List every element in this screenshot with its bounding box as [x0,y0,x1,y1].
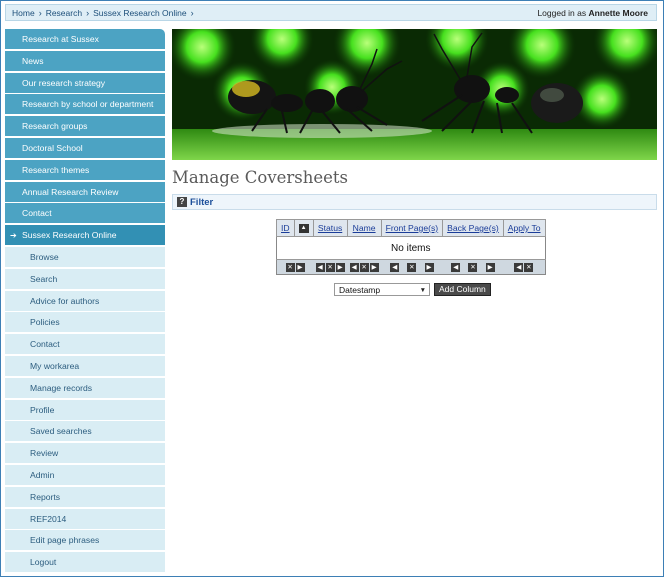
dropdown-caret-icon: ▼ [419,287,426,294]
column-controls-back: ◀ ✕ ▶ [442,259,504,275]
move-right-icon[interactable]: ▶ [424,263,434,273]
sidebar-item-doctoral-school[interactable]: Doctoral School [5,137,165,158]
move-left-icon[interactable]: ◀ [315,263,325,273]
arrow-right-icon: ➔ [10,231,17,241]
breadcrumb-home[interactable]: Home [12,8,35,18]
column-controls-apply: ◀ ✕ [503,259,546,275]
login-user[interactable]: Annette Moore [589,8,649,18]
sidebar-item-research-by-school[interactable]: Research by school or department [5,94,165,115]
subnav-item-ref2014[interactable]: REF2014 [5,508,165,529]
column-header-front-pages[interactable]: Front Page(s) [380,219,444,237]
subnav-item-logout[interactable]: Logout [5,552,165,573]
chevron-right-icon: › [86,8,90,18]
login-prefix: Logged in as [537,8,587,18]
move-right-icon[interactable]: ▶ [295,263,305,273]
column-header-apply-to[interactable]: Apply To [502,219,546,237]
help-icon[interactable]: ? [177,197,187,207]
subnav-item-manage-records[interactable]: Manage records [5,377,165,398]
column-header-status[interactable]: Status [312,219,348,237]
chevron-right-icon: › [38,8,42,18]
add-column-button[interactable]: Add Column [434,283,491,296]
remove-column-icon[interactable]: ✕ [524,263,534,273]
login-status: Logged in as Annette Moore [537,8,648,18]
column-header-sort[interactable]: ▲ [293,219,314,237]
subnav-item-policies[interactable]: Policies [5,312,165,333]
subnav-item-review[interactable]: Review [5,443,165,464]
column-controls-status: ◀ ✕ ▶ [313,259,348,275]
sidebar-item-contact[interactable]: Contact [5,203,165,224]
sidebar-item-annual-review[interactable]: Annual Research Review [5,181,165,202]
column-header-id[interactable]: ID [276,219,295,237]
remove-column-icon[interactable]: ✕ [285,263,295,273]
column-header-back-pages[interactable]: Back Page(s) [442,219,504,237]
move-left-icon[interactable]: ◀ [451,263,461,273]
sidebar-item-research-groups[interactable]: Research groups [5,116,165,137]
sidebar-item-research-strategy[interactable]: Our research strategy [5,72,165,93]
hero-image [172,29,657,160]
column-header-back-label[interactable]: Back Page(s) [447,223,499,233]
move-right-icon[interactable]: ▶ [369,263,379,273]
subnav-item-reports[interactable]: Reports [5,486,165,507]
move-right-icon[interactable]: ▶ [485,263,495,273]
column-header-apply-label[interactable]: Apply To [508,223,541,233]
column-header-status-label[interactable]: Status [318,223,342,233]
sidebar-item-news[interactable]: News [5,50,165,71]
move-left-icon[interactable]: ◀ [514,263,524,273]
subnav-item-saved-searches[interactable]: Saved searches [5,421,165,442]
sidebar-item-research-at-sussex[interactable]: Research at Sussex [5,29,165,49]
empty-message: No items [276,236,546,260]
add-column-control: Datestamp ▼ Add Column [334,283,491,296]
move-left-icon[interactable]: ◀ [390,263,400,273]
filter-bar[interactable]: ? Filter [172,194,657,210]
subnav-item-search[interactable]: Search [5,268,165,289]
subnav-item-admin[interactable]: Admin [5,464,165,485]
sidebar-item-research-themes[interactable]: Research themes [5,159,165,180]
column-header-name-label[interactable]: Name [353,223,376,233]
sidebar-item-sussex-research-online[interactable]: ➔ Sussex Research Online [5,225,165,246]
subnav-item-profile[interactable]: Profile [5,399,165,420]
chevron-right-icon: › [190,8,194,18]
column-controls-row: ✕ ▶ ◀ ✕ ▶ ◀ ✕ ▶ ◀ ✕ ▶ ◀ ✕ ▶ ◀ ✕ [276,259,546,275]
subnav-item-edit-phrases[interactable]: Edit page phrases [5,530,165,551]
move-right-icon[interactable]: ▶ [335,263,345,273]
remove-column-icon[interactable]: ✕ [325,263,335,273]
subnav-item-browse[interactable]: Browse [5,246,165,267]
top-bar: Home › Research › Sussex Research Online… [5,4,657,21]
page-title: Manage Coversheets [172,168,349,187]
column-controls-id: ✕ ▶ [276,259,314,275]
column-select-value: Datestamp [339,285,381,295]
column-header-name[interactable]: Name [346,219,382,237]
move-left-icon[interactable]: ◀ [349,263,359,273]
subnav-item-contact[interactable]: Contact [5,334,165,355]
filter-label[interactable]: Filter [190,197,213,208]
breadcrumb-research[interactable]: Research [46,8,82,18]
sort-up-icon[interactable]: ▲ [298,224,309,234]
breadcrumb-sro[interactable]: Sussex Research Online [93,8,187,18]
table-header-row: ID ▲ Status Name Front Page(s) Back Page… [276,219,546,237]
subnav-item-advice[interactable]: Advice for authors [5,290,165,311]
column-header-id-label[interactable]: ID [281,223,290,233]
coversheets-table: ID ▲ Status Name Front Page(s) Back Page… [276,219,546,275]
column-header-front-label[interactable]: Front Page(s) [386,223,439,233]
breadcrumb: Home › Research › Sussex Research Online… [12,8,198,18]
remove-column-icon[interactable]: ✕ [468,263,478,273]
sidebar: Research at Sussex News Our research str… [5,29,165,574]
column-select[interactable]: Datestamp ▼ [334,283,430,296]
column-controls-front: ◀ ✕ ▶ [381,259,443,275]
remove-column-icon[interactable]: ✕ [359,263,369,273]
column-controls-name: ◀ ✕ ▶ [347,259,382,275]
table-row: No items [276,236,546,260]
subnav-item-workarea[interactable]: My workarea [5,355,165,376]
remove-column-icon[interactable]: ✕ [407,263,417,273]
sidebar-active-label: Sussex Research Online [22,230,117,241]
